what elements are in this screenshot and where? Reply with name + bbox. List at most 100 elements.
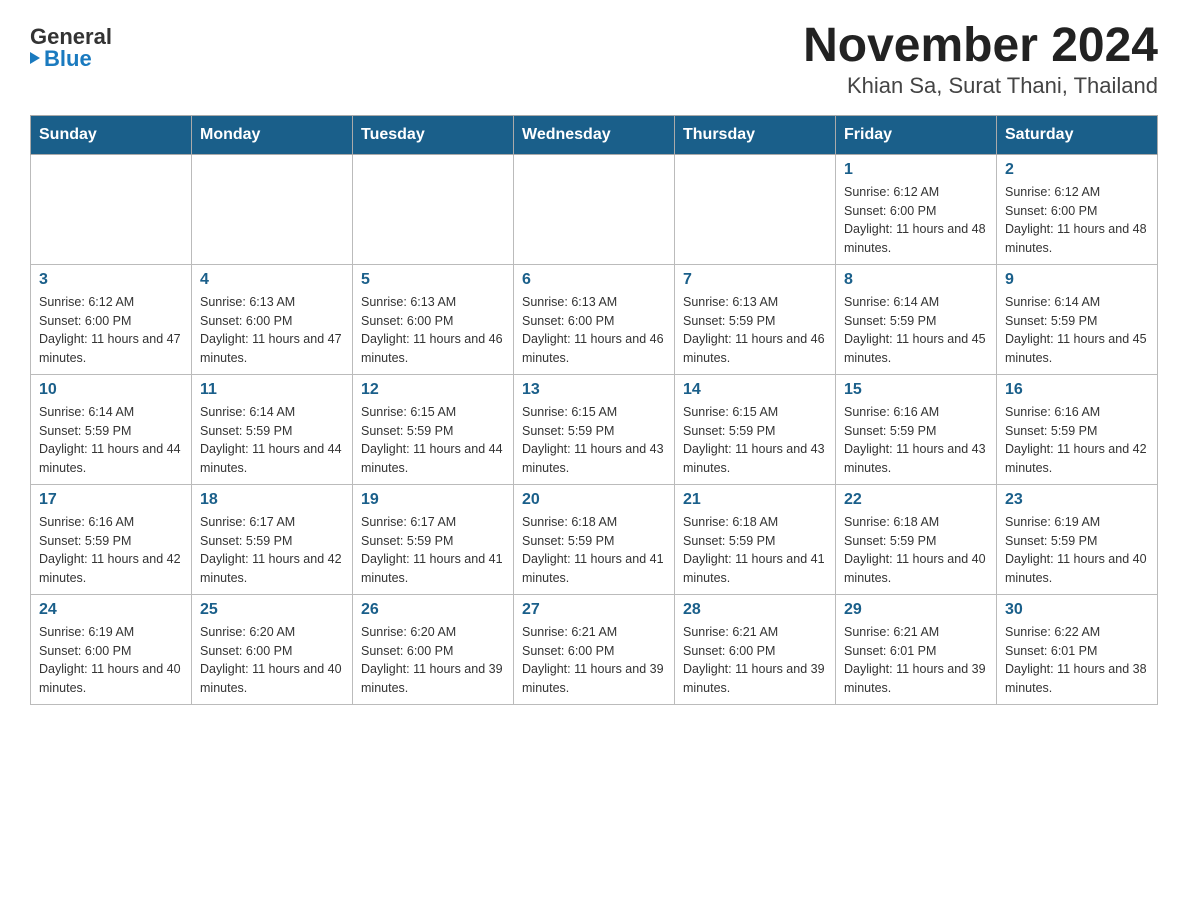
day-number: 17 [39, 491, 183, 509]
day-info: Sunrise: 6:15 AMSunset: 5:59 PMDaylight:… [683, 403, 827, 478]
calendar-day-cell: 9 Sunrise: 6:14 AMSunset: 5:59 PMDaylight… [997, 264, 1158, 374]
day-number: 21 [683, 491, 827, 509]
day-info: Sunrise: 6:18 AMSunset: 5:59 PMDaylight:… [844, 513, 988, 588]
day-of-week-header: Thursday [675, 115, 836, 154]
calendar-day-cell: 30Sunrise: 6:22 AMSunset: 6:01 PMDayligh… [997, 594, 1158, 704]
calendar-day-cell [514, 154, 675, 264]
logo-arrow-icon [30, 52, 40, 64]
calendar-day-cell: 12Sunrise: 6:15 AMSunset: 5:59 PMDayligh… [353, 374, 514, 484]
day-number: 6 [522, 271, 666, 289]
calendar-day-cell: 23 Sunrise: 6:19 AMSunset: 5:59 PMDayligh… [997, 484, 1158, 594]
calendar-week-row: 3 Sunrise: 6:12 AMSunset: 6:00 PMDaylight… [31, 264, 1158, 374]
day-number: 2 [1005, 161, 1149, 179]
day-number: 14 [683, 381, 827, 399]
calendar-week-row: 1 Sunrise: 6:12 AMSunset: 6:00 PMDaylight… [31, 154, 1158, 264]
day-number: 3 [39, 271, 183, 289]
day-number: 18 [200, 491, 344, 509]
day-info: Sunrise: 6:17 AMSunset: 5:59 PMDaylight:… [361, 513, 505, 588]
calendar-day-cell: 8 Sunrise: 6:14 AMSunset: 5:59 PMDaylight… [836, 264, 997, 374]
day-info: Sunrise: 6:13 AMSunset: 6:00 PMDaylight:… [200, 293, 344, 368]
day-info: Sunrise: 6:12 AMSunset: 6:00 PMDaylight:… [1005, 183, 1149, 258]
day-of-week-header: Friday [836, 115, 997, 154]
title-block: November 2024 Khian Sa, Surat Thani, Tha… [803, 20, 1158, 99]
day-info: Sunrise: 6:15 AMSunset: 5:59 PMDaylight:… [522, 403, 666, 478]
calendar-header-row: SundayMondayTuesdayWednesdayThursdayFrid… [31, 115, 1158, 154]
day-info: Sunrise: 6:22 AMSunset: 6:01 PMDaylight:… [1005, 623, 1149, 698]
calendar-day-cell: 6 Sunrise: 6:13 AMSunset: 6:00 PMDaylight… [514, 264, 675, 374]
calendar-day-cell: 26 Sunrise: 6:20 AMSunset: 6:00 PMDayligh… [353, 594, 514, 704]
day-info: Sunrise: 6:13 AMSunset: 6:00 PMDaylight:… [522, 293, 666, 368]
day-number: 9 [1005, 271, 1149, 289]
calendar-week-row: 17 Sunrise: 6:16 AMSunset: 5:59 PMDayligh… [31, 484, 1158, 594]
day-info: Sunrise: 6:14 AMSunset: 5:59 PMDaylight:… [844, 293, 988, 368]
logo-general-text: General [30, 26, 112, 48]
calendar-day-cell: 24 Sunrise: 6:19 AMSunset: 6:00 PMDayligh… [31, 594, 192, 704]
calendar-day-cell: 7Sunrise: 6:13 AMSunset: 5:59 PMDaylight… [675, 264, 836, 374]
calendar-day-cell: 15 Sunrise: 6:16 AMSunset: 5:59 PMDayligh… [836, 374, 997, 484]
day-info: Sunrise: 6:20 AMSunset: 6:00 PMDaylight:… [200, 623, 344, 698]
day-number: 4 [200, 271, 344, 289]
logo-blue-text: Blue [30, 48, 92, 70]
day-number: 26 [361, 601, 505, 619]
day-number: 22 [844, 491, 988, 509]
calendar-day-cell: 18Sunrise: 6:17 AMSunset: 5:59 PMDayligh… [192, 484, 353, 594]
day-info: Sunrise: 6:18 AMSunset: 5:59 PMDaylight:… [683, 513, 827, 588]
day-of-week-header: Monday [192, 115, 353, 154]
day-info: Sunrise: 6:15 AMSunset: 5:59 PMDaylight:… [361, 403, 505, 478]
day-info: Sunrise: 6:21 AMSunset: 6:00 PMDaylight:… [522, 623, 666, 698]
day-number: 29 [844, 601, 988, 619]
calendar-day-cell [192, 154, 353, 264]
day-number: 11 [200, 381, 344, 399]
calendar-day-cell: 16 Sunrise: 6:16 AMSunset: 5:59 PMDayligh… [997, 374, 1158, 484]
day-info: Sunrise: 6:19 AMSunset: 5:59 PMDaylight:… [1005, 513, 1149, 588]
day-of-week-header: Saturday [997, 115, 1158, 154]
calendar-week-row: 24 Sunrise: 6:19 AMSunset: 6:00 PMDayligh… [31, 594, 1158, 704]
calendar-subtitle: Khian Sa, Surat Thani, Thailand [803, 73, 1158, 99]
calendar-day-cell: 1 Sunrise: 6:12 AMSunset: 6:00 PMDaylight… [836, 154, 997, 264]
day-info: Sunrise: 6:14 AMSunset: 5:59 PMDaylight:… [1005, 293, 1149, 368]
day-number: 1 [844, 161, 988, 179]
calendar-day-cell: 11 Sunrise: 6:14 AMSunset: 5:59 PMDayligh… [192, 374, 353, 484]
calendar-day-cell: 4 Sunrise: 6:13 AMSunset: 6:00 PMDaylight… [192, 264, 353, 374]
day-info: Sunrise: 6:12 AMSunset: 6:00 PMDaylight:… [844, 183, 988, 258]
calendar-table: SundayMondayTuesdayWednesdayThursdayFrid… [30, 115, 1158, 705]
calendar-day-cell: 28Sunrise: 6:21 AMSunset: 6:00 PMDayligh… [675, 594, 836, 704]
day-number: 5 [361, 271, 505, 289]
day-number: 10 [39, 381, 183, 399]
day-of-week-header: Tuesday [353, 115, 514, 154]
calendar-day-cell: 19 Sunrise: 6:17 AMSunset: 5:59 PMDayligh… [353, 484, 514, 594]
day-info: Sunrise: 6:19 AMSunset: 6:00 PMDaylight:… [39, 623, 183, 698]
day-info: Sunrise: 6:14 AMSunset: 5:59 PMDaylight:… [39, 403, 183, 478]
page-header: General Blue November 2024 Khian Sa, Sur… [30, 20, 1158, 99]
calendar-day-cell: 2 Sunrise: 6:12 AMSunset: 6:00 PMDaylight… [997, 154, 1158, 264]
day-info: Sunrise: 6:14 AMSunset: 5:59 PMDaylight:… [200, 403, 344, 478]
day-info: Sunrise: 6:18 AMSunset: 5:59 PMDaylight:… [522, 513, 666, 588]
calendar-day-cell: 21 Sunrise: 6:18 AMSunset: 5:59 PMDayligh… [675, 484, 836, 594]
day-info: Sunrise: 6:13 AMSunset: 6:00 PMDaylight:… [361, 293, 505, 368]
day-number: 24 [39, 601, 183, 619]
calendar-day-cell: 22 Sunrise: 6:18 AMSunset: 5:59 PMDayligh… [836, 484, 997, 594]
calendar-day-cell: 29 Sunrise: 6:21 AMSunset: 6:01 PMDayligh… [836, 594, 997, 704]
calendar-title: November 2024 [803, 20, 1158, 73]
calendar-day-cell: 17 Sunrise: 6:16 AMSunset: 5:59 PMDayligh… [31, 484, 192, 594]
day-number: 23 [1005, 491, 1149, 509]
day-info: Sunrise: 6:16 AMSunset: 5:59 PMDaylight:… [1005, 403, 1149, 478]
day-info: Sunrise: 6:20 AMSunset: 6:00 PMDaylight:… [361, 623, 505, 698]
day-number: 28 [683, 601, 827, 619]
day-number: 19 [361, 491, 505, 509]
day-info: Sunrise: 6:16 AMSunset: 5:59 PMDaylight:… [39, 513, 183, 588]
calendar-day-cell [675, 154, 836, 264]
calendar-day-cell: 14 Sunrise: 6:15 AMSunset: 5:59 PMDayligh… [675, 374, 836, 484]
day-number: 15 [844, 381, 988, 399]
calendar-week-row: 10 Sunrise: 6:14 AMSunset: 5:59 PMDayligh… [31, 374, 1158, 484]
calendar-day-cell: 10 Sunrise: 6:14 AMSunset: 5:59 PMDayligh… [31, 374, 192, 484]
day-info: Sunrise: 6:21 AMSunset: 6:01 PMDaylight:… [844, 623, 988, 698]
calendar-day-cell: 13Sunrise: 6:15 AMSunset: 5:59 PMDayligh… [514, 374, 675, 484]
day-info: Sunrise: 6:16 AMSunset: 5:59 PMDaylight:… [844, 403, 988, 478]
calendar-day-cell: 20Sunrise: 6:18 AMSunset: 5:59 PMDayligh… [514, 484, 675, 594]
day-number: 8 [844, 271, 988, 289]
day-info: Sunrise: 6:12 AMSunset: 6:00 PMDaylight:… [39, 293, 183, 368]
day-of-week-header: Sunday [31, 115, 192, 154]
day-number: 16 [1005, 381, 1149, 399]
calendar-day-cell: 27Sunrise: 6:21 AMSunset: 6:00 PMDayligh… [514, 594, 675, 704]
